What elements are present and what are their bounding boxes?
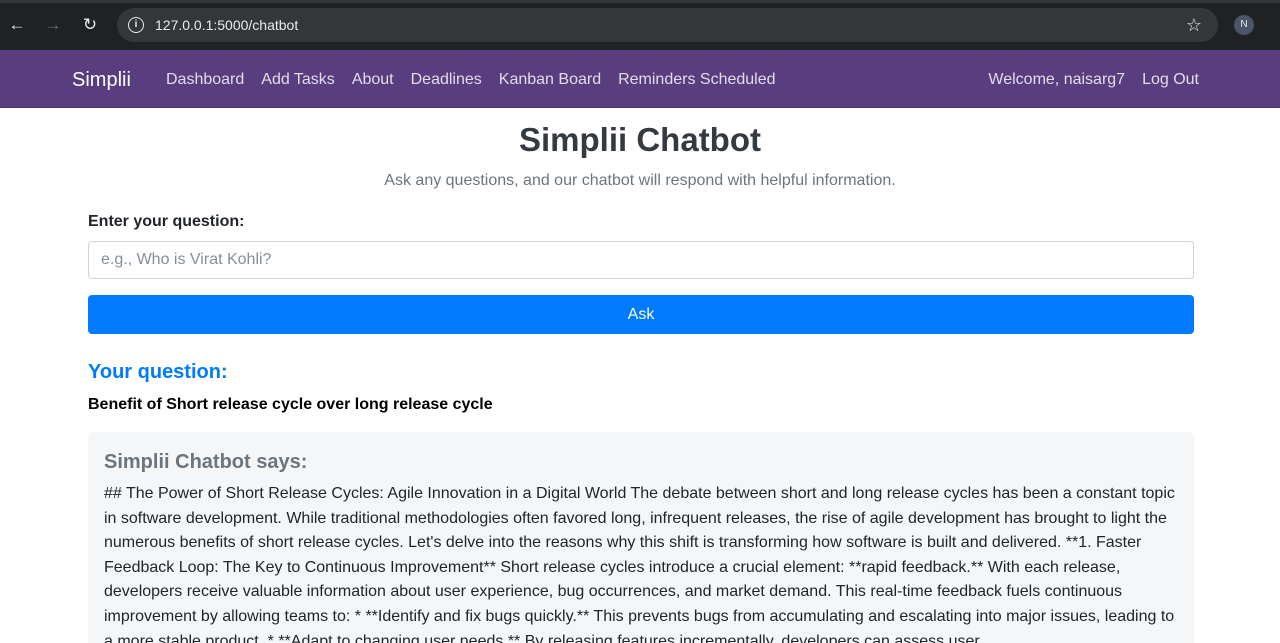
browser-toolbar: ← → ↻ i 127.0.0.1:5000/chatbot ☆ N [0, 0, 1280, 50]
ask-button[interactable]: Ask [88, 295, 1194, 334]
reload-icon[interactable]: ↻ [78, 13, 102, 37]
info-icon[interactable]: i [128, 17, 144, 33]
nav-link-deadlines[interactable]: Deadlines [411, 70, 482, 90]
nav-user-area: Welcome, naisarg7 Log Out [988, 70, 1199, 90]
logout-link[interactable]: Log Out [1142, 70, 1199, 90]
profile-avatar[interactable]: N [1234, 15, 1254, 35]
site-navbar: Simplii Dashboard Add Tasks About Deadli… [0, 50, 1280, 108]
your-question-heading: Your question: [88, 361, 228, 383]
page-title: Simplii Chatbot [519, 121, 761, 158]
address-bar[interactable]: i 127.0.0.1:5000/chatbot ☆ [117, 8, 1218, 42]
forward-arrow-icon[interactable]: → [41, 13, 65, 37]
response-text: ## The Power of Short Release Cycles: Ag… [104, 485, 1175, 643]
url-text[interactable]: 127.0.0.1:5000/chatbot [155, 17, 298, 33]
question-label: Enter your question: [88, 213, 245, 230]
star-icon[interactable]: ☆ [1186, 14, 1202, 36]
nav-link-kanban-board[interactable]: Kanban Board [499, 70, 601, 90]
nav-link-reminders[interactable]: Reminders Scheduled [618, 70, 775, 90]
response-heading: Simplii Chatbot says: [104, 451, 308, 473]
submitted-question: Benefit of Short release cycle over long… [88, 396, 493, 413]
nav-link-add-tasks[interactable]: Add Tasks [261, 70, 335, 90]
page-subtitle: Ask any questions, and our chatbot will … [384, 172, 896, 189]
chatbot-response-card: Simplii Chatbot says: ## The Power of Sh… [88, 432, 1194, 643]
back-arrow-icon[interactable]: ← [5, 13, 29, 37]
question-input[interactable] [88, 241, 1194, 279]
nav-link-dashboard[interactable]: Dashboard [166, 70, 244, 90]
brand-logo[interactable]: Simplii [72, 68, 131, 92]
nav-link-about[interactable]: About [352, 70, 394, 90]
tab-strip [0, 0, 1280, 3]
nav-links: Dashboard Add Tasks About Deadlines Kanb… [166, 70, 776, 90]
welcome-text: Welcome, naisarg7 [988, 71, 1126, 88]
